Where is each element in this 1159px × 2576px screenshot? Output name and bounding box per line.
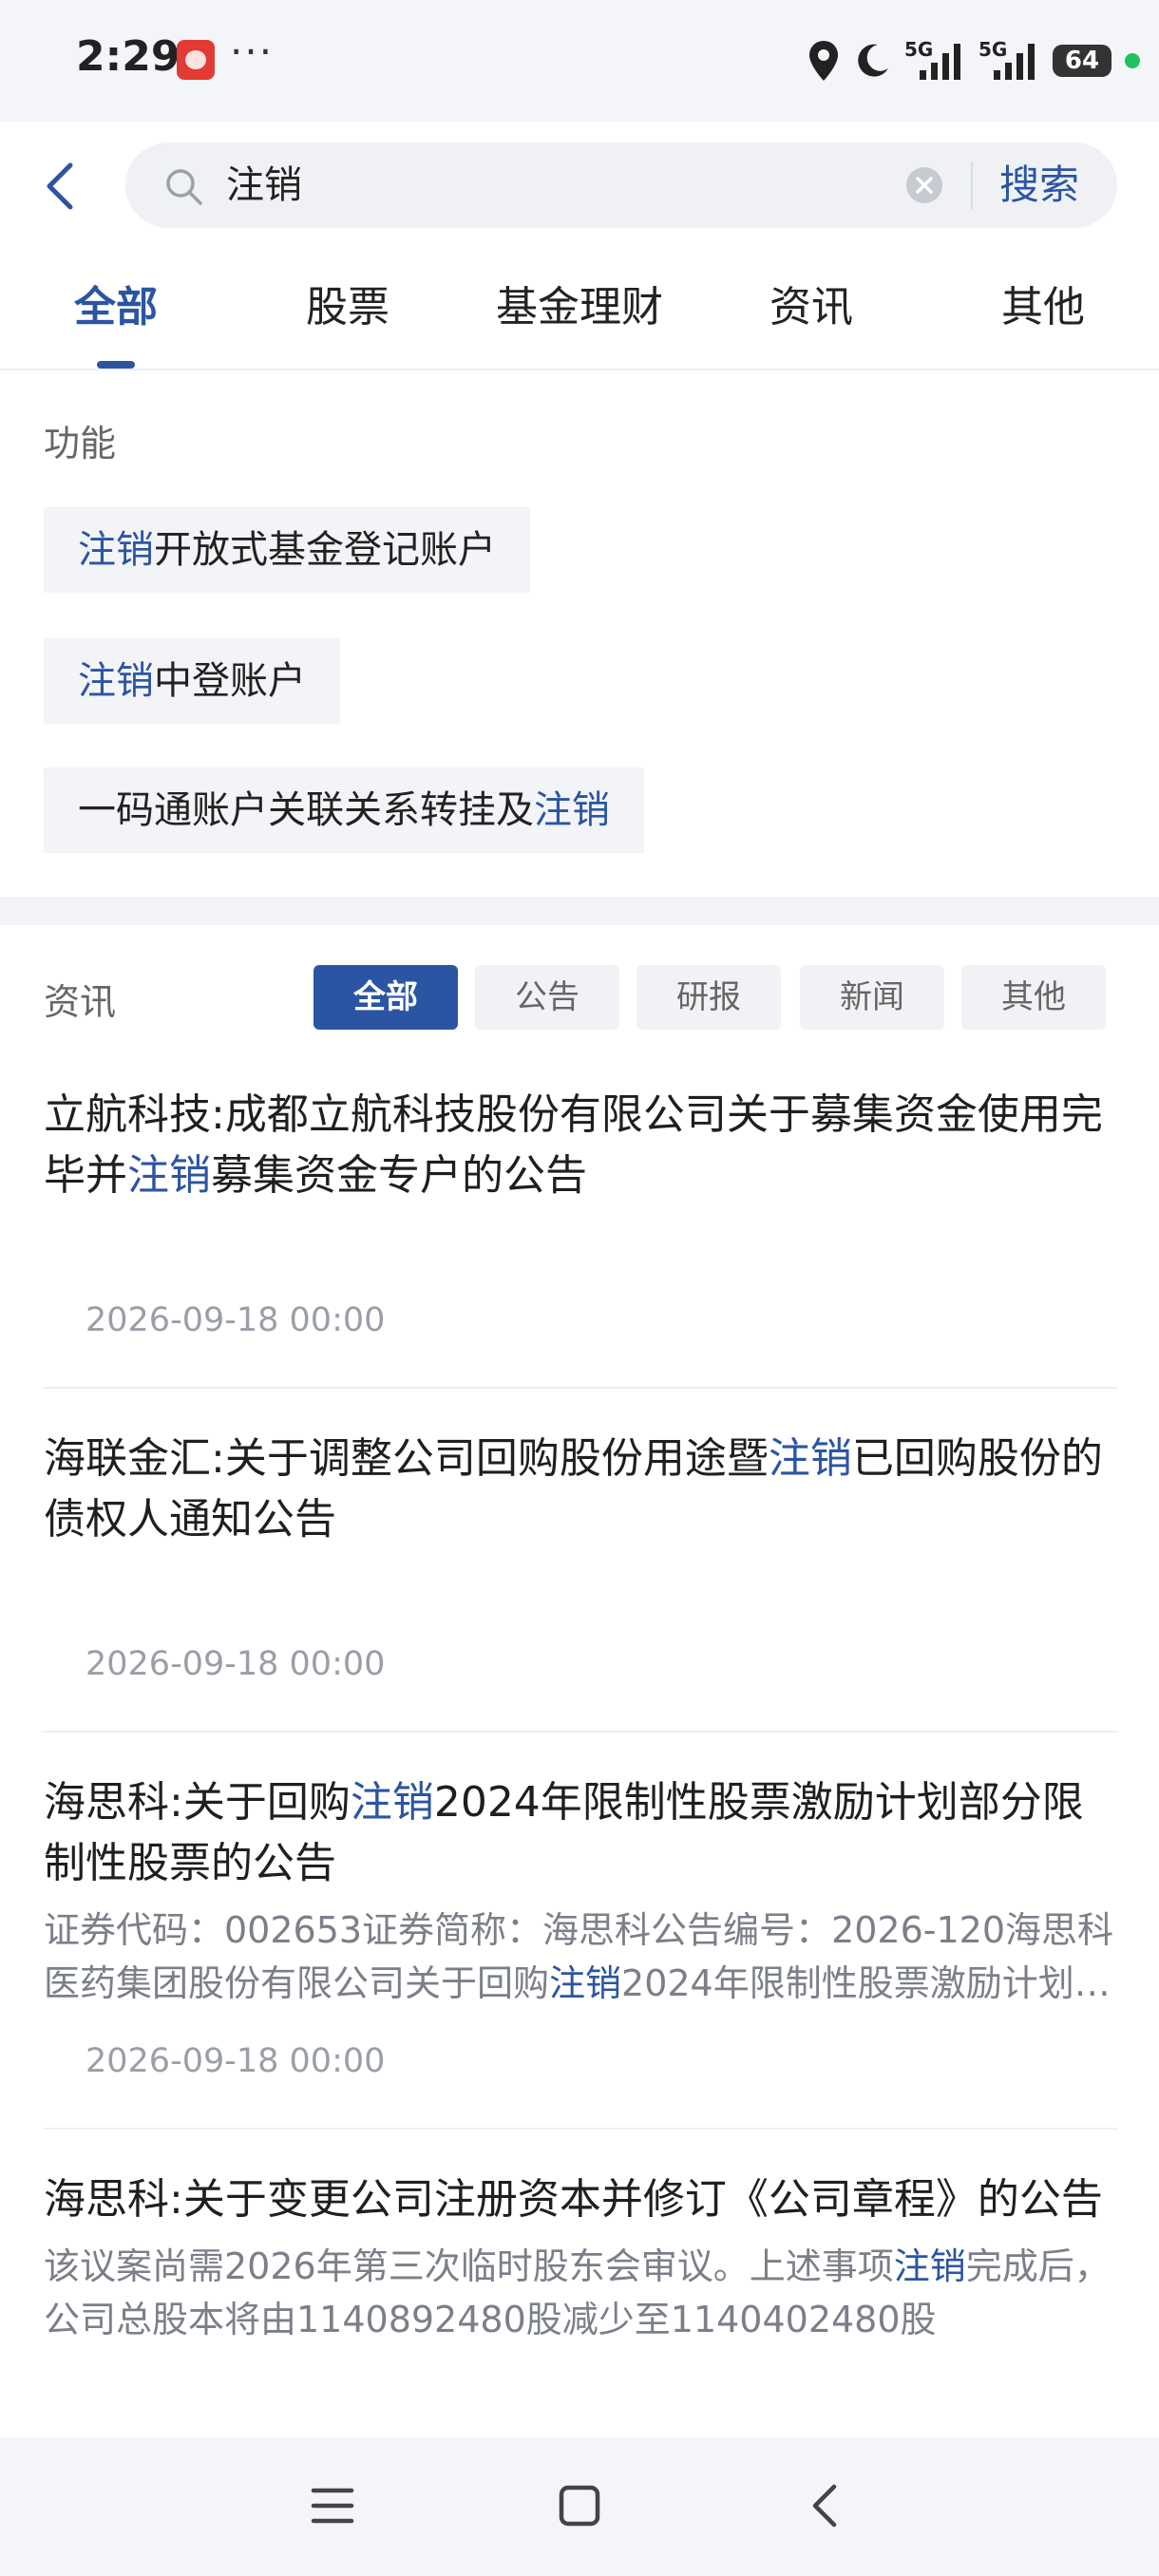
- headline-text: 募集资金专户的公告: [211, 1151, 587, 1200]
- headline-text: 海思科:关于变更公司注册资本并修订《公司章程》的公告: [44, 2175, 1103, 2224]
- news-item[interactable]: 海联金汇:关于调整公司回购股份用途暨注销已回购股份的债权人通知公告: [44, 1429, 1117, 1550]
- news-date: 2026-09-18 00:00: [86, 1645, 386, 1683]
- function-item-close-csdc-account[interactable]: 注销中登账户: [44, 638, 340, 724]
- search-box[interactable]: 注销 搜索: [125, 142, 1117, 228]
- news-filter-announcement[interactable]: 公告: [475, 965, 619, 1030]
- back-icon[interactable]: [800, 2479, 853, 2532]
- network-type-2: 5G: [978, 38, 1008, 61]
- location-icon: [809, 41, 838, 81]
- clear-search-icon[interactable]: [904, 165, 944, 205]
- function-item-account-relation-transfer[interactable]: 一码通账户关联关系转挂及注销: [44, 767, 644, 853]
- signal-5g-2-icon: 5G: [978, 38, 1039, 84]
- summary-keyword: 注销: [549, 1962, 622, 2004]
- tab-all[interactable]: 全部: [0, 251, 232, 369]
- news-summary: 该议案尚需2026年第三次临时股东会审议。上述事项注销完成后，公司总股本将由11…: [44, 2240, 1117, 2346]
- news-date: 2026-09-18 00:00: [86, 2042, 386, 2080]
- search-divider: [971, 161, 973, 209]
- news-filter-other[interactable]: 其他: [961, 965, 1106, 1030]
- function-text: 中登账户: [154, 659, 306, 703]
- news-filter-all[interactable]: 全部: [314, 965, 458, 1030]
- news-section-title: 资讯: [44, 981, 117, 1023]
- status-time: 2:29: [76, 32, 180, 81]
- search-header: 注销 搜索: [0, 122, 1159, 251]
- tab-stocks[interactable]: 股票: [232, 251, 464, 369]
- news-headline: 海思科:关于变更公司注册资本并修订《公司章程》的公告: [44, 2169, 1117, 2230]
- back-arrow-icon[interactable]: [36, 158, 89, 215]
- list-divider: [44, 2128, 1117, 2130]
- news-filter-news[interactable]: 新闻: [800, 965, 944, 1030]
- list-divider: [44, 1387, 1117, 1389]
- search-icon: [166, 169, 202, 205]
- summary-text: 该议案尚需2026年第三次临时股东会审议。上述事项: [44, 2245, 894, 2287]
- function-text: 开放式基金登记账户: [154, 528, 496, 572]
- headline-text: 海思科:关于回购: [44, 1778, 351, 1827]
- function-text: 一码通账户关联关系转挂及: [78, 788, 534, 832]
- tab-funds[interactable]: 基金理财: [464, 251, 695, 369]
- section-separator: [0, 897, 1159, 925]
- menu-icon[interactable]: [306, 2479, 359, 2532]
- function-keyword: 注销: [78, 528, 154, 572]
- headline-keyword: 注销: [127, 1151, 211, 1200]
- summary-keyword: 注销: [893, 2245, 966, 2287]
- home-icon[interactable]: [553, 2479, 606, 2532]
- app-notification-icon: [177, 40, 215, 80]
- status-icons: 5G 5G 64: [808, 34, 1140, 87]
- list-divider: [44, 1731, 1117, 1733]
- news-filter-research[interactable]: 研报: [636, 965, 781, 1030]
- news-item[interactable]: 海思科:关于变更公司注册资本并修订《公司章程》的公告 该议案尚需2026年第三次…: [44, 2169, 1117, 2346]
- tab-other[interactable]: 其他: [927, 251, 1159, 369]
- more-notifications-icon: ···: [230, 28, 275, 75]
- do-not-disturb-moon-icon: [858, 44, 888, 77]
- active-tab-indicator: [97, 361, 135, 369]
- function-keyword: 注销: [534, 788, 610, 832]
- tab-news[interactable]: 资讯: [695, 251, 927, 369]
- function-keyword: 注销: [78, 659, 154, 703]
- function-item-close-fund-account[interactable]: 注销开放式基金登记账户: [44, 507, 530, 593]
- functions-section-title: 功能: [44, 423, 117, 464]
- news-date: 2026-09-18 00:00: [86, 1301, 386, 1339]
- search-input[interactable]: 注销: [226, 142, 302, 228]
- system-navigation-bar: [0, 2437, 1159, 2576]
- headline-keyword: 注销: [350, 1778, 434, 1827]
- network-type-1: 5G: [904, 38, 934, 61]
- search-button[interactable]: 搜索: [999, 142, 1079, 228]
- headline-keyword: 注销: [768, 1434, 852, 1483]
- news-headline: 立航科技:成都立航科技股份有限公司关于募集资金使用完毕并注销募集资金专户的公告: [44, 1085, 1117, 1206]
- news-headline: 海思科:关于回购注销2024年限制性股票激励计划部分限制性股票的公告: [44, 1772, 1117, 1894]
- news-headline: 海联金汇:关于调整公司回购股份用途暨注销已回购股份的债权人通知公告: [44, 1429, 1117, 1550]
- battery-icon: 64: [1053, 45, 1112, 77]
- status-bar: 2:29 ··· 5G 5G 64: [0, 0, 1159, 122]
- category-tabs: 全部 股票 基金理财 资讯 其他: [0, 251, 1159, 370]
- news-item[interactable]: 立航科技:成都立航科技股份有限公司关于募集资金使用完毕并注销募集资金专户的公告: [44, 1085, 1117, 1206]
- headline-text: 海联金汇:关于调整公司回购股份用途暨: [44, 1434, 769, 1483]
- news-summary: 证券代码：002653证券简称：海思科公告编号：2026-120海思科医药集团股…: [44, 1904, 1117, 2010]
- signal-5g-1-icon: 5G: [904, 38, 965, 84]
- privacy-indicator-dot: [1125, 53, 1140, 68]
- news-item[interactable]: 海思科:关于回购注销2024年限制性股票激励计划部分限制性股票的公告 证券代码：…: [44, 1772, 1117, 2010]
